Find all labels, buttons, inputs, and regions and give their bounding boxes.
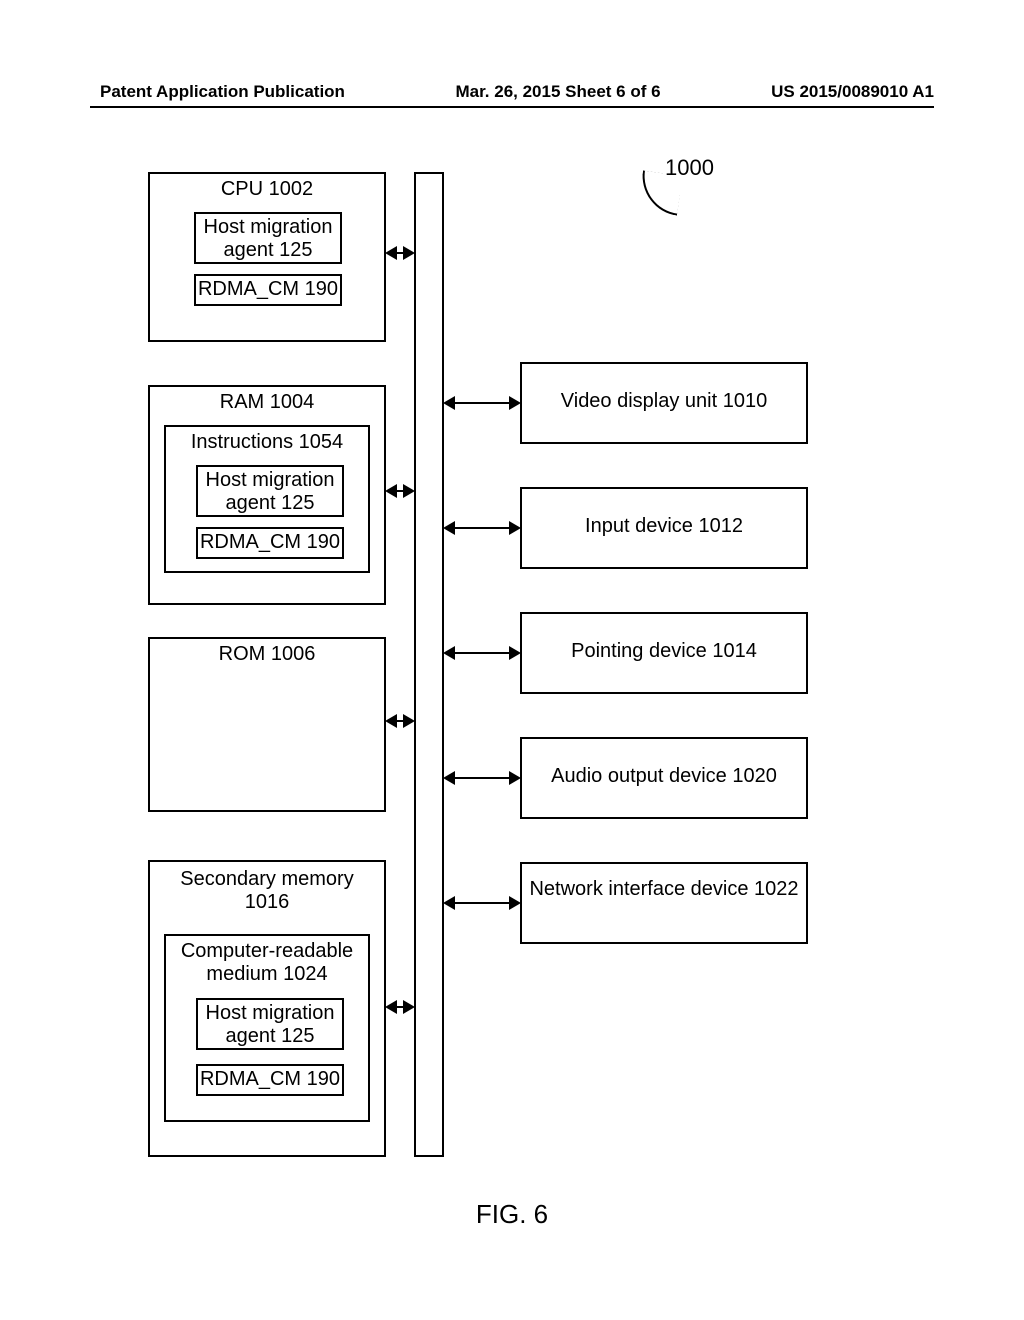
- rom-block: ROM 1006: [148, 637, 386, 812]
- pointing-device-label: Pointing device 1014: [571, 640, 757, 662]
- ram-rdma-label: RDMA_CM 190: [198, 529, 342, 554]
- cpu-title: CPU 1002: [150, 174, 384, 201]
- cpu-block: CPU 1002 Host migration agent 125 RDMA_C…: [148, 172, 386, 342]
- secondary-rdma-label: RDMA_CM 190: [198, 1066, 342, 1091]
- instructions-block: Instructions 1054 Host migration agent 1…: [164, 425, 370, 573]
- arrow-bus-video: [445, 402, 519, 404]
- header-rule: [90, 106, 934, 108]
- figure-caption: FIG. 6: [0, 1199, 1024, 1230]
- input-device-label: Input device 1012: [585, 515, 743, 537]
- arrow-bus-audio: [445, 777, 519, 779]
- computer-readable-medium-block: Computer-readable medium 1024 Host migra…: [164, 934, 370, 1122]
- network-interface-label: Network interface device 1022: [522, 878, 806, 901]
- secondary-host-migration-label: Host migration agent 125: [198, 1002, 342, 1048]
- ram-rdma-block: RDMA_CM 190: [196, 527, 344, 559]
- block-diagram: 1000 CPU 1002 Host migration agent 125 R…: [0, 160, 1024, 1200]
- page-header: Patent Application Publication Mar. 26, …: [0, 82, 1024, 102]
- arrow-bus-input: [445, 527, 519, 529]
- secondary-rdma-block: RDMA_CM 190: [196, 1064, 344, 1096]
- audio-output-block: Audio output device 1020: [520, 737, 808, 819]
- arrow-bus-pointing: [445, 652, 519, 654]
- secondary-memory-block: Secondary memory 1016 Computer-readable …: [148, 860, 386, 1157]
- arrow-rom-bus: [387, 720, 413, 722]
- ram-title: RAM 1004: [150, 387, 384, 414]
- ram-host-migration-label: Host migration agent 125: [198, 469, 342, 515]
- audio-output-label: Audio output device 1020: [551, 765, 777, 787]
- ref-leader-line: [637, 170, 682, 215]
- video-display-label: Video display unit 1010: [561, 390, 767, 412]
- pointing-device-block: Pointing device 1014: [520, 612, 808, 694]
- system-bus: [414, 172, 444, 1157]
- header-right: US 2015/0089010 A1: [771, 82, 934, 102]
- cpu-rdma-block: RDMA_CM 190: [194, 274, 342, 306]
- header-left: Patent Application Publication: [100, 82, 345, 102]
- secondary-host-migration-block: Host migration agent 125: [196, 998, 344, 1050]
- ram-host-migration-block: Host migration agent 125: [196, 465, 344, 517]
- arrow-cpu-bus: [387, 252, 413, 254]
- rom-title: ROM 1006: [150, 639, 384, 666]
- ram-block: RAM 1004 Instructions 1054 Host migratio…: [148, 385, 386, 605]
- input-device-block: Input device 1012: [520, 487, 808, 569]
- video-display-block: Video display unit 1010: [520, 362, 808, 444]
- network-interface-block: Network interface device 1022: [520, 862, 808, 944]
- arrow-secondary-bus: [387, 1006, 413, 1008]
- secondary-memory-title: Secondary memory 1016: [150, 862, 384, 914]
- header-center: Mar. 26, 2015 Sheet 6 of 6: [456, 82, 661, 102]
- computer-readable-medium-title: Computer-readable medium 1024: [166, 936, 368, 986]
- instructions-title: Instructions 1054: [166, 427, 368, 454]
- cpu-host-migration-label: Host migration agent 125: [196, 216, 340, 262]
- cpu-host-migration-block: Host migration agent 125: [194, 212, 342, 264]
- cpu-rdma-label: RDMA_CM 190: [196, 276, 340, 301]
- arrow-bus-network: [445, 902, 519, 904]
- arrow-ram-bus: [387, 490, 413, 492]
